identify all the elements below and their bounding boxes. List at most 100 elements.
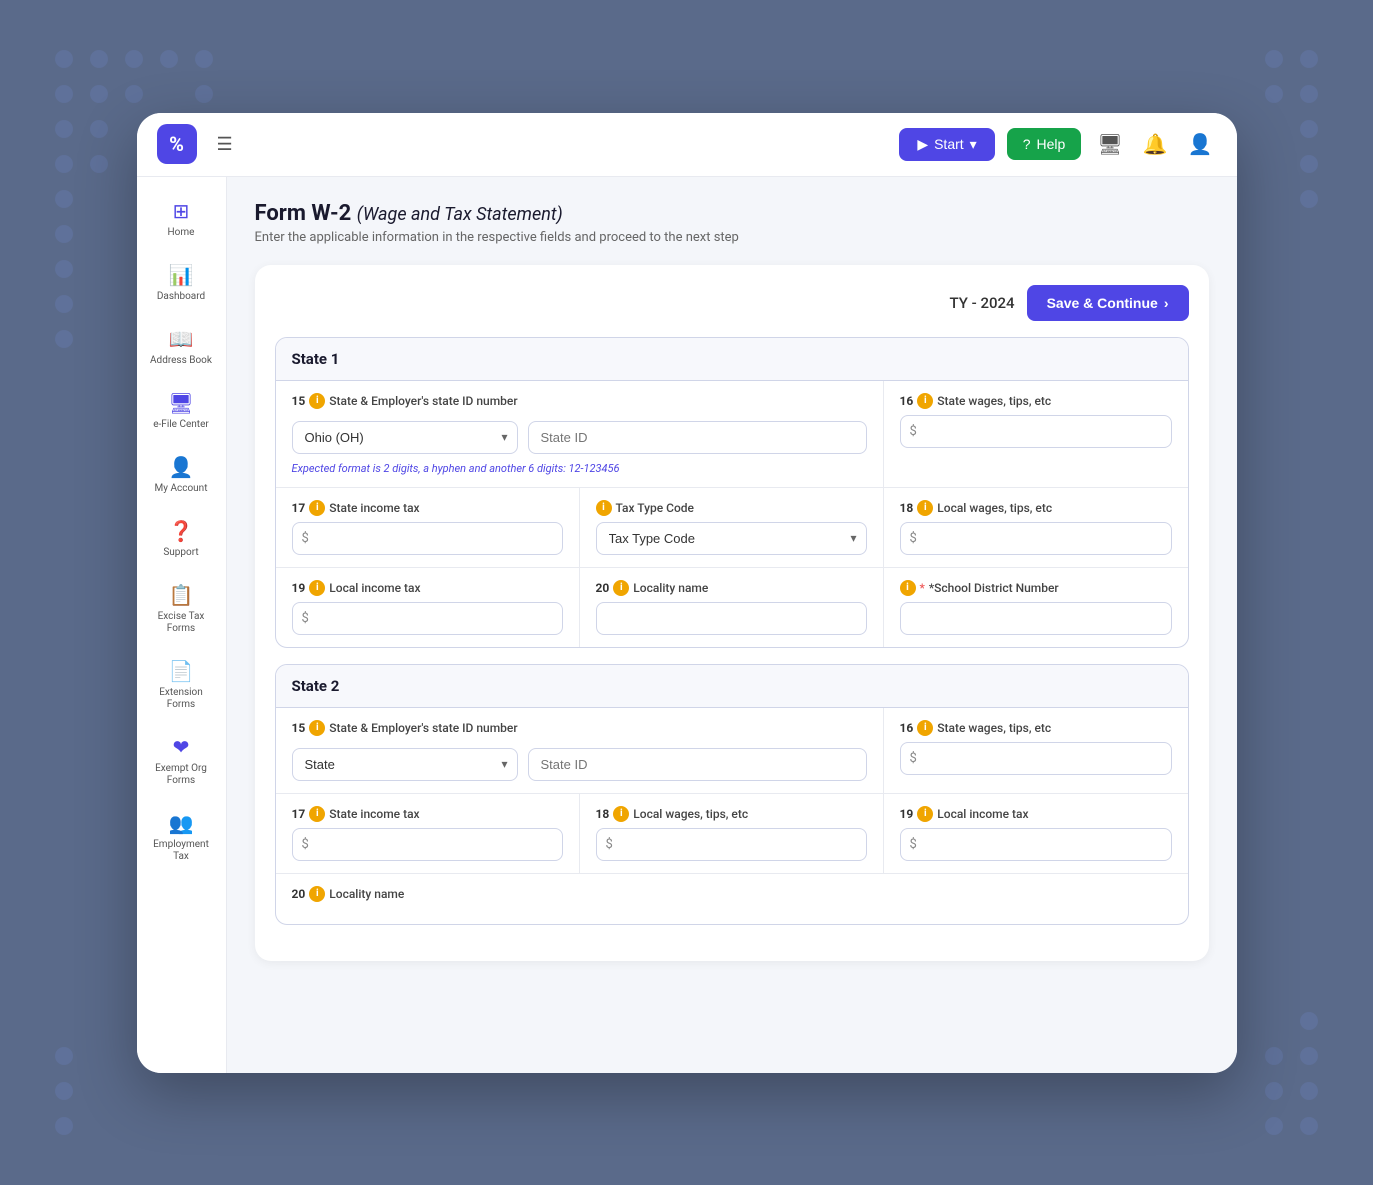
state2-row15-16: 15 i State & Employer's state ID number … (276, 708, 1188, 794)
state2-field20-label: 20 i Locality name (292, 886, 1172, 902)
state2-field17-input-wrapper: $ (292, 828, 563, 861)
page-subtitle: Enter the applicable information in the … (255, 230, 1209, 245)
sidebar-item-employment-tax[interactable]: 👥 Employment Tax (142, 801, 220, 873)
state1-school-district-label: i **School District Number (900, 580, 1172, 596)
excise-tax-icon: 📋 (169, 583, 194, 607)
state1-field15-label: 15 i State & Employer's state ID number (292, 393, 867, 409)
state1-header: State 1 (276, 338, 1188, 381)
state1-field16-input-wrapper: $ (900, 415, 1172, 448)
field20-info-icon[interactable]: i (613, 580, 629, 596)
state1-field17-label: 17 i State income tax (292, 500, 563, 516)
state1-field19-label: 19 i Local income tax (292, 580, 563, 596)
state2-field19-input-wrapper: $ (900, 828, 1172, 861)
state2-field16-info-icon[interactable]: i (917, 720, 933, 736)
state1-field18-input[interactable] (900, 522, 1172, 555)
sidebar-item-extension-forms[interactable]: 📄 Extension Forms (142, 649, 220, 721)
field18-info-icon[interactable]: i (917, 500, 933, 516)
state2-field18-cell: 18 i Local wages, tips, etc $ (580, 794, 884, 873)
account-icon: 👤 (169, 455, 194, 479)
help-icon: ? (1023, 136, 1031, 152)
extension-icon: 📄 (169, 659, 194, 683)
state2-field20-info-icon[interactable]: i (309, 886, 325, 902)
employment-tax-icon: 👥 (169, 811, 194, 835)
state2-field17-label: 17 i State income tax (292, 806, 563, 822)
state2-state-select[interactable]: State (292, 748, 518, 781)
state1-field15-cell: 15 i State & Employer's state ID number … (276, 381, 884, 487)
state1-field17-input[interactable] (292, 522, 563, 555)
hamburger-button[interactable]: ☰ (217, 134, 233, 155)
app-window: % ☰ ▶ Start ▾ ? Help 🖥 🔔 👤 ⊞ Home 📊 Dash… (137, 113, 1237, 1073)
state2-section: State 2 15 i State & Employer's state ID… (275, 664, 1189, 925)
chevron-right-icon: › (1164, 295, 1169, 311)
state2-field16-input[interactable] (900, 742, 1172, 775)
sidebar-item-efile-center[interactable]: 🖥 e-File Center (142, 381, 220, 441)
sidebar-item-my-account[interactable]: 👤 My Account (142, 445, 220, 505)
logo: % (157, 124, 197, 164)
taxtype-info-icon[interactable]: i (596, 500, 612, 516)
dashboard-icon: 📊 (169, 263, 194, 287)
state1-field16-cell: 16 i State wages, tips, etc $ (884, 381, 1188, 487)
save-continue-button[interactable]: Save & Continue › (1027, 285, 1189, 321)
sidebar-label-employment-tax: Employment Tax (150, 839, 212, 863)
state1-school-district-cell: i **School District Number (884, 568, 1188, 647)
state1-taxtype-select[interactable]: Tax Type Code (596, 522, 867, 555)
ty-label: TY - 2024 (950, 294, 1015, 312)
state1-school-district-input[interactable] (900, 602, 1172, 635)
start-button[interactable]: ▶ Start ▾ (899, 128, 994, 161)
state2-field18-input-wrapper: $ (596, 828, 867, 861)
sidebar-item-excise-tax-forms[interactable]: 📋 Excise Tax Forms (142, 573, 220, 645)
state2-field15-info-icon[interactable]: i (309, 720, 325, 736)
field17-info-icon[interactable]: i (309, 500, 325, 516)
state1-field19-cell: 19 i Local income tax $ (276, 568, 580, 647)
state2-field17-input[interactable] (292, 828, 563, 861)
state2-field19-info-icon[interactable]: i (917, 806, 933, 822)
state1-field20-cell: 20 i Locality name (580, 568, 884, 647)
state1-field16-input[interactable] (900, 415, 1172, 448)
state1-taxtype-cell: i Tax Type Code Tax Type Code ▾ (580, 488, 884, 567)
sidebar-item-home[interactable]: ⊞ Home (142, 189, 220, 249)
sidebar-item-address-book[interactable]: 📖 Address Book (142, 317, 220, 377)
state2-field17-info-icon[interactable]: i (309, 806, 325, 822)
field16-info-icon[interactable]: i (917, 393, 933, 409)
state1-field20-input[interactable] (596, 602, 867, 635)
help-button[interactable]: ? Help (1007, 128, 1082, 160)
sidebar-label-excise-tax: Excise Tax Forms (150, 611, 212, 635)
state1-field17-cell: 17 i State income tax $ (276, 488, 580, 567)
field15-info-icon[interactable]: i (309, 393, 325, 409)
state1-state-id-input[interactable] (528, 421, 867, 454)
camera-button[interactable]: 🖥 (1093, 128, 1126, 161)
state1-row19-20: 19 i Local income tax $ (276, 568, 1188, 647)
state2-form-rows: 15 i State & Employer's state ID number … (276, 708, 1188, 924)
dropdown-icon: ▾ (970, 136, 977, 153)
state2-field16-label: 16 i State wages, tips, etc (900, 720, 1172, 736)
sidebar-item-support[interactable]: ❓ Support (142, 509, 220, 569)
ty-row: TY - 2024 Save & Continue › (275, 285, 1189, 321)
state1-field19-input[interactable] (292, 602, 563, 635)
state2-field19-label: 19 i Local income tax (900, 806, 1172, 822)
state1-row15-inner: Ohio (OH) ▾ (292, 421, 867, 454)
state1-field17-input-wrapper: $ (292, 522, 563, 555)
state2-field20-cell: 20 i Locality name (276, 874, 1188, 924)
state1-state-select[interactable]: Ohio (OH) (292, 421, 518, 454)
state2-field18-input[interactable] (596, 828, 867, 861)
user-button[interactable]: 👤 (1184, 128, 1217, 161)
sidebar: ⊞ Home 📊 Dashboard 📖 Address Book 🖥 e-Fi… (137, 177, 227, 1073)
sidebar-item-dashboard[interactable]: 📊 Dashboard (142, 253, 220, 313)
state2-field15-label: 15 i State & Employer's state ID number (292, 720, 867, 736)
field19-info-icon[interactable]: i (309, 580, 325, 596)
sidebar-label-home: Home (168, 227, 195, 239)
sidebar-label-support: Support (163, 547, 198, 559)
bell-button[interactable]: 🔔 (1139, 128, 1172, 161)
top-bar: % ☰ ▶ Start ▾ ? Help 🖥 🔔 👤 (137, 113, 1237, 177)
state2-state-id-input[interactable] (528, 748, 867, 781)
state1-field18-label: 18 i Local wages, tips, etc (900, 500, 1172, 516)
state2-field19-input[interactable] (900, 828, 1172, 861)
state2-field16-cell: 16 i State wages, tips, etc $ (884, 708, 1188, 793)
school-district-info-icon[interactable]: i (900, 580, 916, 596)
state2-field18-info-icon[interactable]: i (613, 806, 629, 822)
form-container: TY - 2024 Save & Continue › State 1 (255, 265, 1209, 961)
state1-taxtype-select-wrapper: Tax Type Code ▾ (596, 522, 867, 555)
start-icon: ▶ (917, 136, 928, 153)
sidebar-item-exempt-org-forms[interactable]: ❤ Exempt Org Forms (142, 725, 220, 797)
support-icon: ❓ (169, 519, 194, 543)
